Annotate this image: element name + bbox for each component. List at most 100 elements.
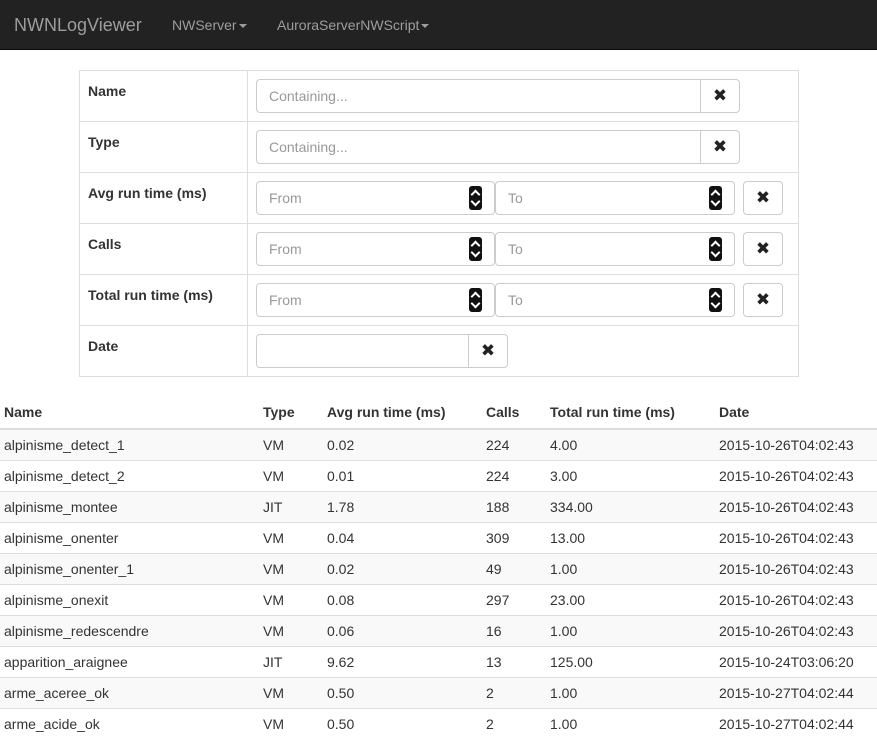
table-row[interactable]: alpinisme_detect_1 VM 0.02 224 4.00 2015-10-2… — [0, 428, 877, 460]
table-cell: 2015-10-26T04:02:43 — [715, 521, 877, 553]
column-header-total[interactable]: Total run time (ms) — [546, 396, 715, 430]
table-cell: 13.00 — [546, 521, 715, 553]
table-cell: apparition_araignee — [0, 645, 259, 677]
column-header-avg[interactable]: Avg run time (ms) — [323, 396, 482, 430]
table-row[interactable]: alpinisme_onenter_1 VM 0.02 49 1.00 2015-10-2… — [0, 552, 877, 584]
table-cell: VM — [259, 428, 323, 460]
column-header-calls[interactable]: Calls — [482, 396, 546, 430]
table-row[interactable]: alpinisme_montee JIT 1.78 188 334.00 2015-10-… — [0, 490, 877, 522]
table-row[interactable]: apparition_araignee JIT 9.62 13 125.00 2015-1… — [0, 645, 877, 677]
table-cell: JIT — [259, 645, 323, 677]
times-icon: ✖ — [712, 137, 728, 156]
table-cell: alpinisme_onenter_1 — [0, 552, 259, 584]
table-cell: 224 — [482, 428, 546, 460]
table-cell: 2015-10-26T04:02:43 — [715, 614, 877, 646]
filter-row-avg: Avg run time (ms) From To ✖ — [80, 172, 798, 223]
times-icon: ✖ — [755, 239, 771, 258]
calls-to-input[interactable]: To — [495, 232, 735, 266]
table-cell: 2 — [482, 676, 546, 708]
spinner-icon[interactable] — [709, 186, 722, 210]
table-cell: 16 — [482, 614, 546, 646]
table-row[interactable]: alpinisme_onexit VM 0.08 297 23.00 2015-10-26… — [0, 583, 877, 615]
table-cell: 2015-10-26T04:02:43 — [715, 459, 877, 491]
filter-label-type: Type — [80, 122, 248, 172]
spinner-icon[interactable] — [709, 237, 722, 261]
table-cell: 2015-10-26T04:02:43 — [715, 490, 877, 522]
clear-type-button[interactable]: ✖ — [700, 130, 740, 164]
table-cell: alpinisme_onenter — [0, 521, 259, 553]
table-cell: 334.00 — [546, 490, 715, 522]
column-header-type[interactable]: Type — [259, 396, 323, 430]
table-row[interactable]: alpinisme_detect_2 VM 0.01 224 3.00 2015-10-2… — [0, 459, 877, 491]
nwserver-menu-label: NWServer — [172, 17, 237, 33]
clear-date-button[interactable]: ✖ — [468, 334, 508, 368]
table-cell: 1.00 — [546, 552, 715, 584]
column-header-name[interactable]: Name — [0, 396, 259, 430]
table-cell: arme_aceree_ok — [0, 676, 259, 708]
spinner-icon[interactable] — [469, 288, 482, 312]
filter-label-avg: Avg run time (ms) — [80, 173, 248, 223]
times-icon: ✖ — [712, 86, 728, 105]
table-row[interactable]: alpinisme_redescendre VM 0.06 16 1.00 2015-10… — [0, 614, 877, 646]
avg-to-placeholder: To — [508, 190, 523, 206]
table-cell: VM — [259, 614, 323, 646]
table-cell: alpinisme_redescendre — [0, 614, 259, 646]
date-filter-input[interactable] — [256, 334, 469, 368]
total-from-input[interactable]: From — [256, 283, 495, 317]
table-cell: alpinisme_detect_2 — [0, 459, 259, 491]
table-cell: 2015-10-24T03:06:20 — [715, 645, 877, 677]
spinner-icon[interactable] — [709, 288, 722, 312]
table-cell: 0.02 — [323, 428, 482, 460]
filter-label-total: Total run time (ms) — [80, 275, 248, 325]
table-row[interactable]: arme_acide_ok VM 0.50 2 1.00 2015-10-27T04:02… — [0, 707, 877, 739]
table-cell: arme_acide_ok — [0, 707, 259, 739]
table-cell: 2 — [482, 707, 546, 739]
spinner-icon[interactable] — [469, 186, 482, 210]
total-from-placeholder: From — [269, 292, 302, 308]
brand-link[interactable]: NWNLogViewer — [14, 13, 142, 37]
table-cell: 125.00 — [546, 645, 715, 677]
table-cell: 0.50 — [323, 707, 482, 739]
calls-from-input[interactable]: From — [256, 232, 495, 266]
name-filter-input[interactable]: Containing... — [256, 79, 701, 113]
spinner-icon[interactable] — [469, 237, 482, 261]
filter-label-date: Date — [80, 326, 248, 376]
table-header-row: Name Type Avg run time (ms) Calls Total … — [0, 396, 877, 430]
table-cell: 0.04 — [323, 521, 482, 553]
table-cell: 2015-10-26T04:02:43 — [715, 428, 877, 460]
column-header-date[interactable]: Date — [715, 396, 877, 430]
table-cell: alpinisme_montee — [0, 490, 259, 522]
clear-total-button[interactable]: ✖ — [743, 283, 783, 317]
table-cell: VM — [259, 583, 323, 615]
clear-calls-button[interactable]: ✖ — [743, 232, 783, 266]
aurora-menu[interactable]: AuroraServerNWScript — [277, 15, 430, 35]
table-cell: 0.50 — [323, 676, 482, 708]
avg-to-input[interactable]: To — [495, 181, 735, 215]
table-row[interactable]: arme_aceree_ok VM 0.50 2 1.00 2015-10-27T04:0… — [0, 676, 877, 708]
table-cell: 49 — [482, 552, 546, 584]
table-cell: 1.00 — [546, 676, 715, 708]
table-cell: 1.00 — [546, 707, 715, 739]
calls-to-placeholder: To — [508, 241, 523, 257]
table-cell: 2015-10-26T04:02:43 — [715, 552, 877, 584]
table-cell: 0.01 — [323, 459, 482, 491]
times-icon: ✖ — [480, 341, 496, 360]
total-to-placeholder: To — [508, 292, 523, 308]
table-cell: 224 — [482, 459, 546, 491]
clear-name-button[interactable]: ✖ — [700, 79, 740, 113]
total-to-input[interactable]: To — [495, 283, 735, 317]
filter-row-calls: Calls From To ✖ — [80, 223, 798, 274]
filter-row-total: Total run time (ms) From To ✖ — [80, 274, 798, 325]
table-cell: VM — [259, 459, 323, 491]
table-row[interactable]: alpinisme_onenter VM 0.04 309 13.00 2015-10-2… — [0, 521, 877, 553]
clear-avg-button[interactable]: ✖ — [743, 181, 783, 215]
avg-from-input[interactable]: From — [256, 181, 495, 215]
table-cell: 0.06 — [323, 614, 482, 646]
table-cell: 1.00 — [546, 614, 715, 646]
times-icon: ✖ — [755, 290, 771, 309]
results-table: Name Type Avg run time (ms) Calls Total … — [0, 396, 877, 739]
nwserver-menu[interactable]: NWServer — [172, 15, 247, 35]
filter-label-calls: Calls — [80, 224, 248, 274]
table-cell: VM — [259, 521, 323, 553]
type-filter-input[interactable]: Containing... — [256, 130, 701, 164]
